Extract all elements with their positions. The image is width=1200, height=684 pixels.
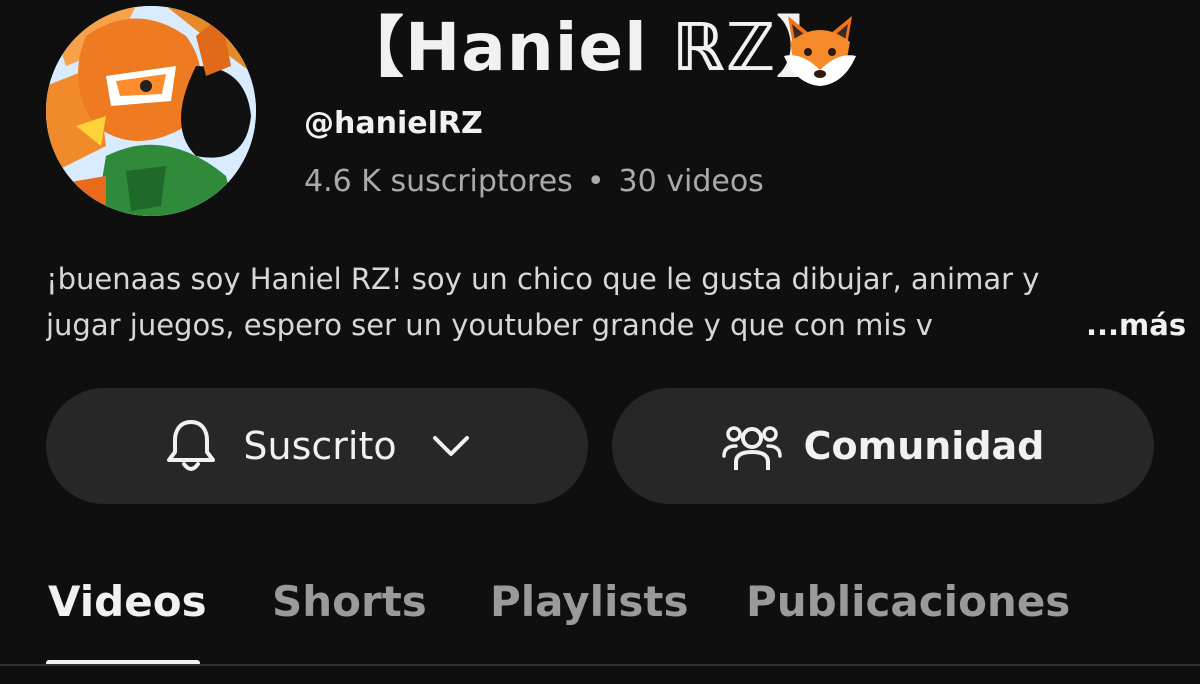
channel-tabs: Videos Shorts Playlists Publicaciones [0,566,1200,666]
community-label: Comunidad [803,424,1045,468]
subscriber-count: 4.6 K suscriptores [304,164,573,199]
video-count: 30 videos [618,164,764,199]
chevron-down-icon [432,436,469,456]
channel-title: 【Haniel ℝℤ】 [338,9,844,86]
channel-description[interactable]: ¡buenaas soy Haniel RZ! soy un chico que… [46,256,1186,348]
channel-page: 【Haniel ℝℤ】 @hanielRZ 4.6 K suscriptores… [0,0,1200,684]
description-line-2: jugar juegos, espero ser un youtuber gra… [46,302,1046,348]
more-link[interactable]: ...más [1086,302,1186,348]
tab-publicaciones[interactable]: Publicaciones [746,574,1070,630]
channel-avatar[interactable] [46,6,256,216]
description-line-2-text: jugar juegos, espero ser un youtuber gra… [46,308,933,342]
bell-icon [167,420,216,471]
subscribed-button[interactable]: Suscrito [46,388,588,504]
description-fade [986,302,1046,348]
description-line-1: ¡buenaas soy Haniel RZ! soy un chico que… [46,262,1040,296]
stats-separator: • [586,164,605,199]
tabs-divider [0,664,1200,666]
subscribed-label: Suscrito [243,424,397,468]
community-button[interactable]: Comunidad [612,388,1154,504]
channel-handle: @hanielRZ [304,106,483,141]
fox-face-icon [780,12,860,88]
tab-playlists[interactable]: Playlists [490,574,688,630]
people-icon [721,426,782,470]
channel-stats: 4.6 K suscriptores • 30 videos [304,162,764,202]
tab-videos[interactable]: Videos [48,574,207,630]
tab-shorts[interactable]: Shorts [272,574,427,630]
